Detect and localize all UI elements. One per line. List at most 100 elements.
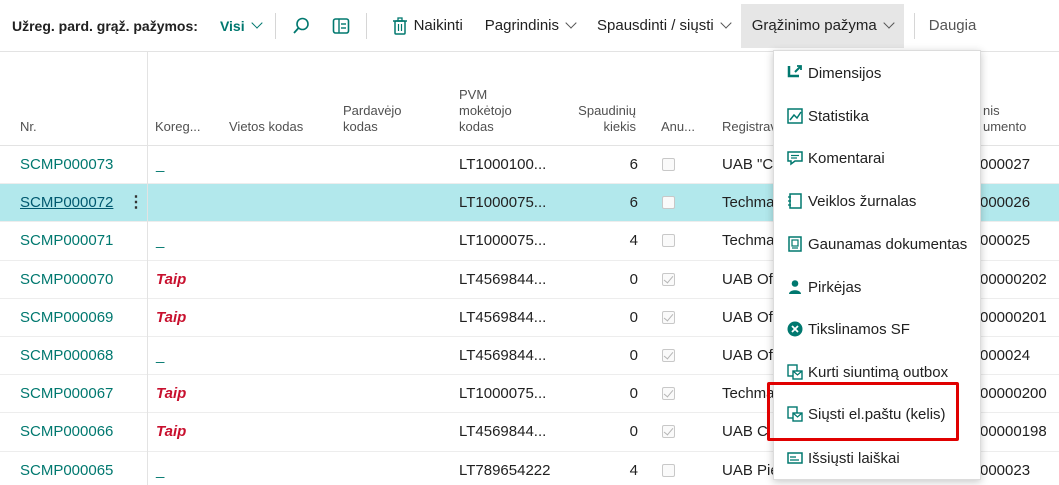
correction-value: Taip	[156, 308, 187, 326]
column-header-registration[interactable]: Registrav	[722, 119, 777, 135]
document-value: 000023	[980, 461, 1031, 479]
column-header-cancelled[interactable]: Anu...	[661, 119, 695, 135]
document-value: 000026	[980, 194, 1031, 212]
return-receipt-button[interactable]: Grąžinimo pažyma	[740, 3, 904, 48]
statistics-icon	[785, 106, 805, 126]
delete-button[interactable]: Naikinti	[381, 4, 474, 48]
cancelled-checkbox	[662, 387, 675, 401]
more-button[interactable]: Daugia	[925, 4, 981, 48]
delete-label: Naikinti	[413, 17, 463, 34]
chevron-down-icon	[883, 17, 895, 29]
filter-pane-icon[interactable]	[330, 15, 352, 37]
document-number-link[interactable]: SCMP000066	[20, 423, 113, 440]
column-divider	[147, 52, 148, 485]
print-count-value: 0	[629, 270, 638, 288]
registration-value: UAB Of	[722, 270, 773, 288]
row-actions-icon[interactable]: ⋮	[128, 192, 144, 212]
cancelled-checkbox	[662, 348, 675, 362]
document-value: 000024	[980, 346, 1031, 364]
column-header-document[interactable]: nis umento	[983, 103, 1026, 135]
print-count-value: 6	[629, 156, 638, 173]
header-line: umento	[983, 119, 1027, 134]
registration-value: UAB Of	[722, 308, 773, 326]
incoming-document-icon	[785, 234, 805, 254]
document-number-link[interactable]: SCMP000071	[20, 232, 113, 249]
comments-icon	[785, 148, 805, 168]
document-number-link[interactable]: SCMP000065	[20, 462, 113, 479]
registration-value: UAB C	[722, 423, 768, 441]
registration-value: Techma	[722, 232, 775, 250]
document-value: 00000200	[980, 385, 1047, 403]
column-header-seller-code[interactable]: Pardavėjo kodas	[343, 103, 402, 135]
cancelled-checkbox	[662, 272, 675, 286]
page-title: Užreg. pard. grąž. pažymos:	[12, 17, 198, 34]
menu-item-label: Gaunamas dokumentas	[808, 235, 968, 253]
vat-code-value: LT1000075...	[459, 385, 547, 403]
menu-item-label: Dimensijos	[808, 64, 882, 82]
menu-item-label: Kurti siuntimą outbox	[808, 363, 949, 381]
registration-value: UAB Pie	[722, 461, 779, 479]
more-label: Daugia	[928, 17, 977, 34]
trash-icon	[392, 16, 408, 35]
menu-item-label: Išsiųsti laiškai	[808, 449, 900, 467]
document-number-link[interactable]: SCMP000072	[20, 194, 113, 211]
vat-code-value: LT1000100...	[459, 156, 547, 173]
registration-value: UAB Of	[722, 346, 773, 364]
view-selector[interactable]: Visi	[220, 17, 263, 34]
vat-code-value: LT4569844...	[459, 423, 547, 441]
toolbar-divider	[274, 12, 276, 39]
header-line: mokėtojo	[459, 103, 512, 118]
chevron-down-icon	[720, 17, 732, 29]
column-header-print-count[interactable]: Spaudinių kiekis	[578, 103, 636, 135]
menu-item-customer[interactable]: Pirkėjas	[774, 267, 982, 307]
header-line: Spaudinių	[578, 103, 636, 118]
document-number-link[interactable]: SCMP000068	[20, 347, 113, 364]
chevron-down-icon	[250, 17, 263, 29]
document-number-link[interactable]: SCMP000069	[20, 309, 113, 326]
menu-item-label: Komentarai	[808, 149, 885, 167]
column-header-correction[interactable]: Koreg...	[155, 119, 201, 135]
customer-icon	[785, 277, 805, 297]
correction-value: _	[156, 156, 165, 173]
menu-item-dimensions[interactable]: Dimensijos	[774, 53, 982, 93]
document-number-link[interactable]: SCMP000070	[20, 271, 113, 288]
document-value: 00000202	[980, 270, 1047, 288]
print-count-value: 0	[629, 346, 638, 364]
activity-log-icon	[785, 191, 805, 211]
corrective-invoice-icon	[785, 319, 805, 339]
vat-code-value: LT1000075...	[459, 232, 547, 250]
correction-value: _	[156, 232, 165, 250]
correction-value: Taip	[156, 423, 187, 441]
return-label: Grąžinimo pažyma	[751, 17, 877, 34]
column-header-location[interactable]: Vietos kodas	[229, 119, 303, 135]
document-value: 00000201	[980, 308, 1047, 326]
search-icon[interactable]	[290, 15, 312, 37]
header-line: kodas	[459, 119, 494, 134]
menu-item-corrective-invoice[interactable]: Tikslinamos SF	[774, 309, 982, 349]
vat-code-value: LT4569844...	[459, 270, 547, 288]
cancelled-checkbox	[662, 425, 675, 439]
column-header-nr[interactable]: Nr.	[20, 119, 37, 135]
print-count-value: 4	[629, 232, 638, 250]
column-header-vat-code[interactable]: PVM mokėtojo kodas	[459, 87, 512, 135]
registration-value: Techma	[722, 194, 775, 212]
sent-mail-icon	[785, 448, 805, 468]
menu-item-activity-log[interactable]: Veiklos žurnalas	[774, 181, 982, 221]
document-number-link[interactable]: SCMP000073	[20, 156, 113, 173]
print-send-button[interactable]: Spausdinti / siųsti	[586, 4, 741, 48]
action-bar: Užreg. pard. grąž. pažymos: Visi Naikint…	[0, 0, 1059, 52]
print-count-value: 6	[629, 194, 638, 212]
menu-item-label: Veiklos žurnalas	[808, 192, 917, 210]
menu-item-statistics[interactable]: Statistika	[774, 96, 982, 136]
header-line: kiekis	[603, 119, 636, 134]
vat-code-value: LT4569844...	[459, 346, 547, 364]
menu-item-sent-mail[interactable]: Išsiųsti laiškai	[774, 438, 982, 478]
menu-item-label: Pirkėjas	[808, 278, 862, 296]
main-menu-button[interactable]: Pagrindinis	[474, 4, 586, 48]
correction-value: _	[156, 461, 165, 479]
document-number-link[interactable]: SCMP000067	[20, 385, 113, 402]
menu-item-comments[interactable]: Komentarai	[774, 138, 982, 178]
vat-code-value: LT789654222	[459, 461, 551, 479]
menu-item-incoming-document[interactable]: Gaunamas dokumentas	[774, 224, 982, 264]
print-count-value: 0	[629, 308, 638, 326]
